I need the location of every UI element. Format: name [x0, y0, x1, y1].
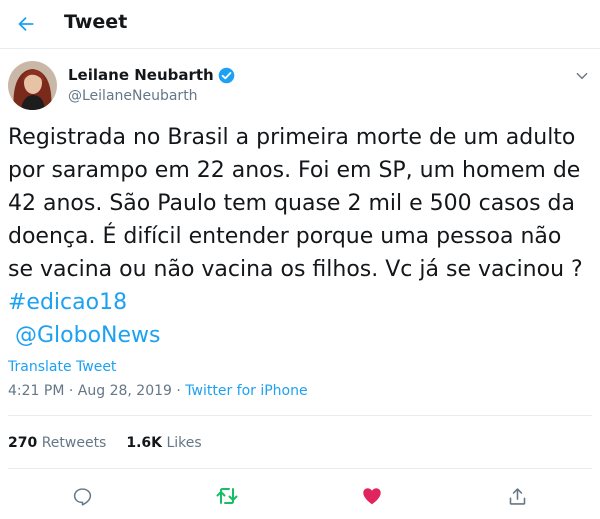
meta-separator: ·	[171, 383, 186, 399]
heart-icon	[363, 488, 381, 505]
reply-button[interactable]	[69, 483, 95, 509]
like-button[interactable]	[359, 483, 385, 509]
retweet-button[interactable]	[214, 483, 240, 509]
retweet-icon	[216, 488, 238, 504]
avatar[interactable]	[8, 61, 57, 110]
more-options-button[interactable]	[572, 66, 592, 86]
back-arrow-icon	[18, 16, 34, 32]
page-title: Tweet	[64, 11, 128, 33]
tweet-source-link[interactable]: Twitter for iPhone	[185, 383, 307, 399]
translate-tweet-link[interactable]: Translate Tweet	[8, 359, 116, 375]
mention-link[interactable]: @GloboNews	[15, 323, 161, 348]
likes-label: Likes	[166, 435, 202, 451]
retweets-label: Retweets	[41, 435, 107, 451]
hashtag-link[interactable]: #edicao18	[8, 290, 127, 315]
divider	[8, 468, 592, 469]
tweet-stats: 270 Retweets 1.6K Likes	[8, 435, 222, 451]
top-bar: Tweet	[0, 0, 600, 49]
tweet-date[interactable]: Aug 28, 2019	[78, 383, 172, 399]
meta-separator: ·	[64, 383, 78, 399]
chevron-down-icon	[576, 72, 588, 80]
likes-count: 1.6K	[126, 435, 163, 451]
retweets-count: 270	[8, 435, 38, 451]
author-name-text: Leilane Neubarth	[68, 66, 214, 84]
retweets-stat[interactable]: 270 Retweets	[8, 435, 106, 451]
reply-icon	[73, 487, 91, 506]
share-icon	[509, 487, 525, 505]
likes-stat[interactable]: 1.6K Likes	[126, 435, 201, 451]
tweet-actions	[0, 483, 600, 509]
tweet-meta: 4:21 PM · Aug 28, 2019 · Twitter for iPh…	[8, 383, 308, 399]
verified-icon	[218, 67, 235, 84]
author-handle[interactable]: @LeilaneNeubarth	[68, 88, 198, 104]
tweet-body: Registrada no Brasil a primeira morte de…	[8, 125, 583, 282]
back-button[interactable]	[8, 6, 44, 42]
avatar-image	[8, 61, 57, 110]
divider	[8, 415, 592, 416]
author-name[interactable]: Leilane Neubarth	[68, 66, 235, 84]
tweet-text: Registrada no Brasil a primeira morte de…	[8, 121, 593, 352]
tweet-time[interactable]: 4:21 PM	[8, 383, 64, 399]
share-button[interactable]	[504, 483, 530, 509]
